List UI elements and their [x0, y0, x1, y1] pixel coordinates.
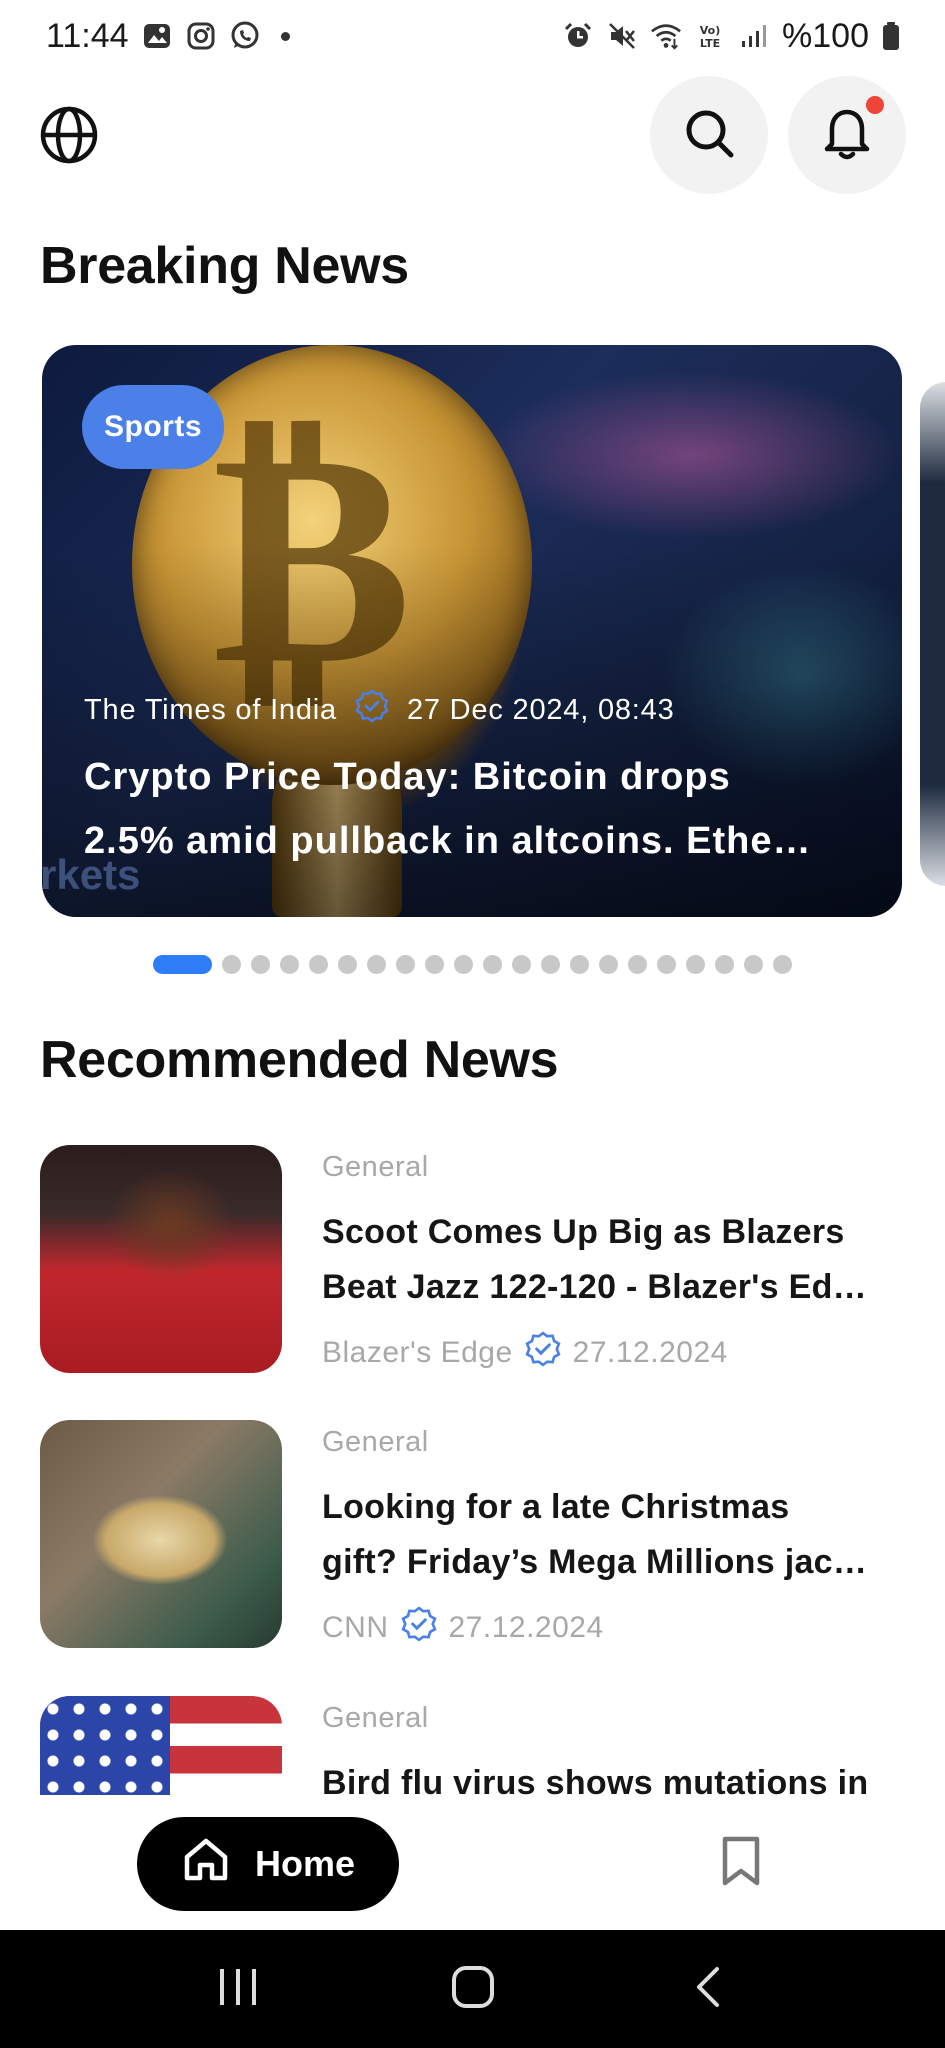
- mute-icon: [606, 20, 638, 52]
- bookmark-icon: [720, 1836, 762, 1891]
- next-card-peek[interactable]: [920, 382, 945, 886]
- pager-dot[interactable]: [483, 955, 502, 974]
- signal-icon: [738, 20, 770, 52]
- breaking-news-card[interactable]: ₿ rkets Sports The Times of India 27 Dec…: [42, 345, 902, 917]
- wifi-icon: [650, 20, 682, 52]
- list-item[interactable]: General Looking for a late Christmas gif…: [40, 1420, 910, 1650]
- item-headline-line2: Beat Jazz 122-120 - Blazer's Ed…: [322, 1268, 867, 1306]
- breaking-news-heading: Breaking News: [40, 237, 409, 295]
- pager-dot[interactable]: [628, 955, 647, 974]
- notifications-button[interactable]: [788, 76, 906, 194]
- pager-dot[interactable]: [280, 955, 299, 974]
- home-label: Home: [254, 1843, 356, 1884]
- svg-text:LTE: LTE: [700, 37, 720, 50]
- pager-dot[interactable]: [367, 955, 386, 974]
- item-meta: Blazer's Edge 27.12.2024: [322, 1331, 728, 1375]
- top-bar: [0, 76, 945, 194]
- pager-dot[interactable]: [425, 955, 444, 974]
- flag-stars: [40, 1696, 170, 1806]
- item-headline: Scoot Comes Up Big as Blazers Beat Jazz …: [322, 1205, 912, 1315]
- card-date: 27 Dec 2024, 08:43: [406, 693, 675, 726]
- bottom-nav: Home: [0, 1795, 945, 1930]
- notification-badge: [866, 96, 884, 114]
- pager-dot[interactable]: [657, 955, 676, 974]
- carousel-pager: [0, 955, 945, 974]
- item-headline-line1: Scoot Comes Up Big as Blazers: [322, 1213, 845, 1251]
- item-headline: Looking for a late Christmas gift? Frida…: [322, 1480, 912, 1590]
- home-button[interactable]: [433, 1959, 513, 2019]
- verified-icon: [400, 1606, 437, 1650]
- item-headline-line1: Looking for a late Christmas: [322, 1488, 790, 1526]
- news-thumbnail: [40, 1420, 282, 1648]
- pager-dot-active[interactable]: [153, 955, 212, 974]
- system-nav-bar: [0, 1930, 945, 2048]
- search-icon: [682, 106, 736, 165]
- verified-icon: [355, 689, 389, 731]
- status-dot: [280, 31, 290, 41]
- item-category: General: [322, 1151, 429, 1183]
- item-source: Blazer's Edge: [322, 1336, 513, 1369]
- item-headline-line2: gift? Friday’s Mega Millions jac…: [322, 1543, 868, 1581]
- card-headline-line2: 2.5% amid pullback in altcoins. Ethe…: [84, 820, 812, 862]
- pager-dot[interactable]: [309, 955, 328, 974]
- pager-dot[interactable]: [454, 955, 473, 974]
- item-category: General: [322, 1702, 429, 1734]
- card-headline-line1: Crypto Price Today: Bitcoin drops: [84, 756, 731, 798]
- svg-text:Vo): Vo): [700, 24, 721, 37]
- status-time: 11:44: [46, 16, 129, 55]
- back-icon: [693, 1965, 723, 2014]
- home-circle-icon: [451, 1965, 495, 2014]
- list-item[interactable]: General Scoot Comes Up Big as Blazers Be…: [40, 1145, 910, 1375]
- news-thumbnail: [40, 1145, 282, 1373]
- item-meta: CNN 27.12.2024: [322, 1606, 604, 1650]
- card-source: The Times of India: [84, 693, 337, 726]
- instagram-icon: [185, 20, 217, 52]
- globe-icon[interactable]: [40, 106, 98, 164]
- recommended-news-heading: Recommended News: [40, 1031, 559, 1089]
- battery-icon: [881, 20, 901, 52]
- item-date: 27.12.2024: [572, 1336, 728, 1369]
- card-meta: The Times of India 27 Dec 2024, 08:43: [84, 689, 675, 731]
- pager-dot[interactable]: [715, 955, 734, 974]
- status-left: 11:44: [46, 17, 290, 56]
- status-right: Vo) LTE %100: [562, 17, 901, 56]
- whatsapp-icon: [229, 20, 261, 52]
- category-tag[interactable]: Sports: [82, 385, 225, 469]
- item-category: General: [322, 1426, 429, 1458]
- pager-dot[interactable]: [541, 955, 560, 974]
- card-headline: Crypto Price Today: Bitcoin drops 2.5% a…: [84, 745, 874, 873]
- pager-dot[interactable]: [251, 955, 270, 974]
- alarm-icon: [562, 20, 594, 52]
- status-bar: 11:44 Vo) LTE %100: [0, 0, 945, 72]
- item-date: 27.12.2024: [448, 1611, 604, 1644]
- gallery-icon: [141, 20, 173, 52]
- pager-dot[interactable]: [338, 955, 357, 974]
- search-button[interactable]: [650, 76, 768, 194]
- back-button[interactable]: [668, 1959, 748, 2019]
- item-source: CNN: [322, 1611, 389, 1644]
- pager-dot[interactable]: [512, 955, 531, 974]
- verified-icon: [525, 1331, 561, 1375]
- pager-dot[interactable]: [570, 955, 589, 974]
- pager-dot[interactable]: [773, 955, 792, 974]
- bell-icon: [820, 104, 874, 167]
- pager-dot[interactable]: [396, 955, 415, 974]
- battery-text: %100: [782, 16, 869, 55]
- home-tab[interactable]: Home: [137, 1817, 399, 1911]
- pager-dot[interactable]: [599, 955, 618, 974]
- bookmarks-tab[interactable]: [716, 1833, 766, 1893]
- recent-apps-button[interactable]: [198, 1959, 278, 2019]
- pager-dot[interactable]: [686, 955, 705, 974]
- volte-icon: Vo) LTE: [694, 20, 726, 52]
- recents-icon: [216, 1967, 260, 2012]
- home-icon: [181, 1835, 231, 1894]
- pager-dot[interactable]: [222, 955, 241, 974]
- pager-dot[interactable]: [744, 955, 763, 974]
